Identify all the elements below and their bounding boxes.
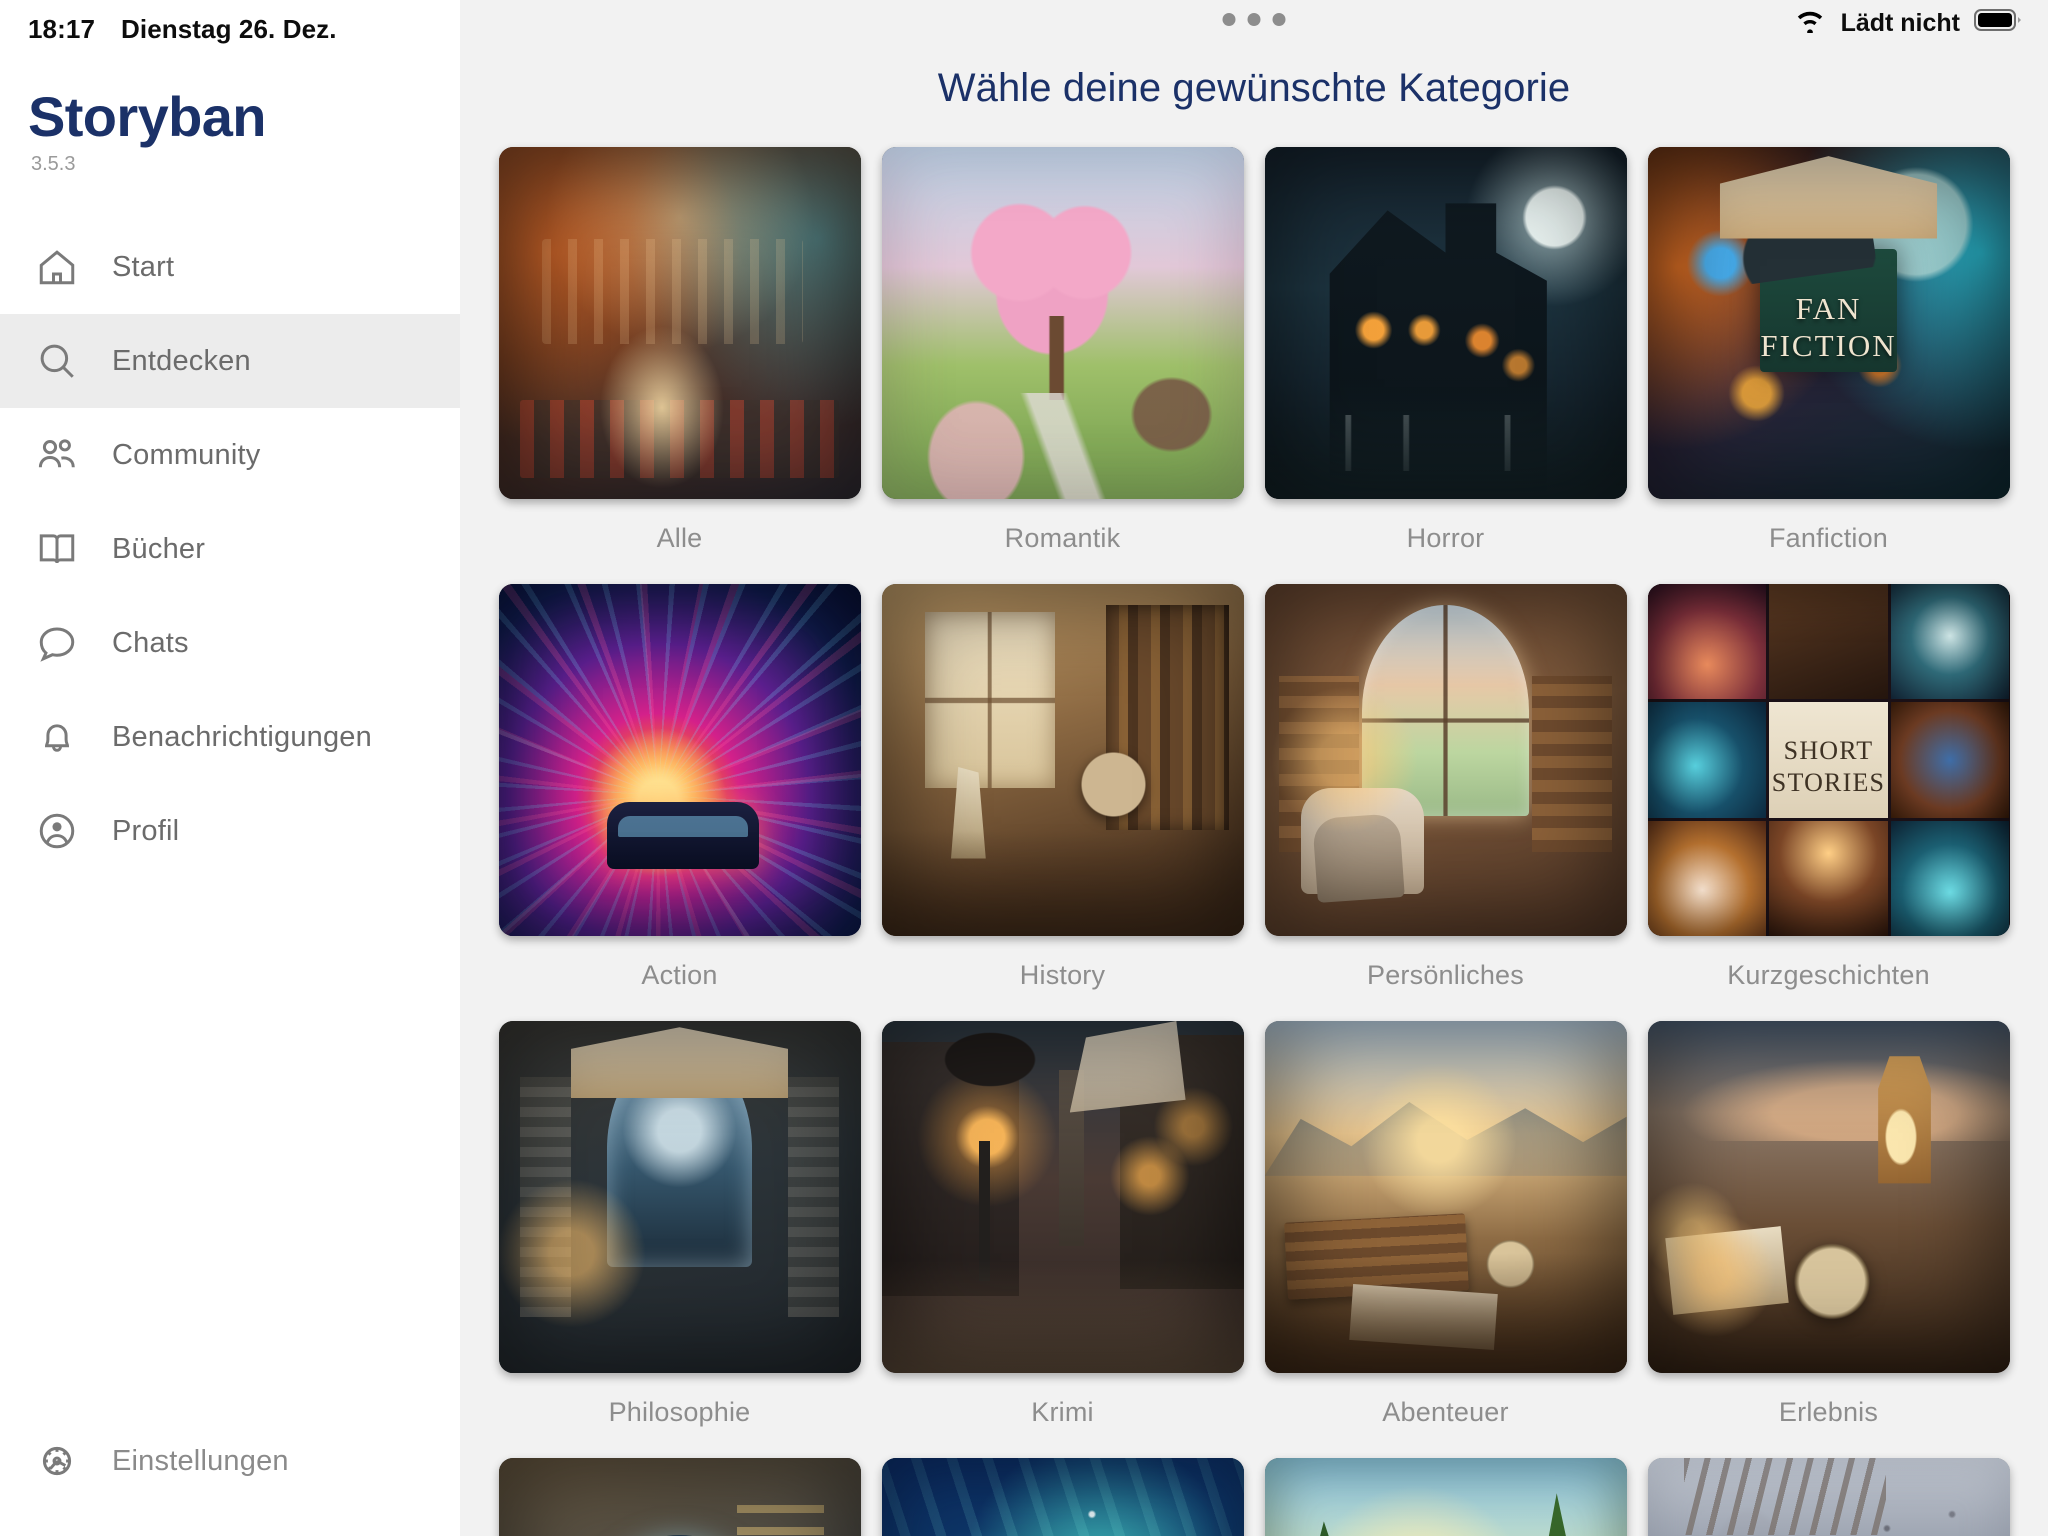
category-thumb-krimi[interactable]: [881, 1021, 1244, 1373]
category-thumb-horror[interactable]: [1264, 147, 1627, 499]
sidebar-label-einstellungen: Einstellungen: [112, 1444, 289, 1477]
category-label: Erlebnis: [1778, 1397, 1879, 1427]
category-label: Krimi: [1031, 1397, 1094, 1427]
category-cell: Alle: [498, 147, 861, 584]
sidebar-item-buecher[interactable]: Bücher: [0, 502, 460, 596]
handle-dot: [1247, 13, 1261, 26]
three-dots-handle[interactable]: [1222, 13, 1286, 26]
category-label: Abenteuer: [1382, 1397, 1509, 1427]
home-icon: [34, 244, 80, 290]
sidebar-item-profil[interactable]: Profil: [0, 784, 460, 878]
charging-status-text: Lädt nicht: [1840, 8, 1960, 37]
category-cell: Action: [498, 584, 861, 1021]
search-icon: [34, 338, 80, 384]
category-label: Horror: [1406, 523, 1485, 553]
app-version: 3.5.3: [31, 153, 76, 175]
status-time: 18:17: [28, 14, 95, 44]
category-cell: Persönliches: [1264, 584, 1627, 1021]
wifi-icon: [1793, 7, 1827, 40]
sidebar-label-community: Community: [112, 438, 261, 471]
category-cell: Romantik: [881, 147, 1244, 584]
category-cell: [1264, 1458, 1627, 1536]
sidebar-item-chats[interactable]: Chats: [0, 596, 460, 690]
category-thumb-abenteuer[interactable]: [1264, 1021, 1627, 1373]
category-label: Kurzgeschichten: [1727, 960, 1930, 990]
main-content: Lädt nicht Wähle deine gewünschte Katego…: [460, 0, 2048, 1536]
sidebar-item-start[interactable]: Start: [0, 220, 460, 314]
category-thumb-action[interactable]: [498, 584, 861, 936]
app-window: 18:17 Dienstag 26. Dez. Storyban 3.5.3 S…: [0, 0, 2048, 1536]
sidebar-label-entdecken: Entdecken: [112, 344, 251, 377]
status-bar-right: Lädt nicht: [1793, 0, 2048, 46]
sidebar-item-entdecken[interactable]: Entdecken: [0, 314, 460, 408]
category-label: Fanfiction: [1768, 523, 1889, 553]
sidebar-label-buecher: Bücher: [112, 532, 206, 565]
handle-dot: [1222, 13, 1236, 26]
bell-icon: [34, 714, 80, 760]
category-cell: [881, 1458, 1244, 1536]
category-label: Action: [641, 960, 718, 990]
category-cell: [1647, 1458, 2010, 1536]
handle-dot: [1272, 13, 1286, 26]
people-icon: [34, 432, 80, 478]
sidebar-item-einstellungen[interactable]: Einstellungen: [0, 1438, 289, 1484]
app-branding: Storyban 3.5.3: [0, 45, 460, 176]
category-grid: Alle Romantik Horror FAN FICTION Fanfict…: [460, 147, 2048, 1536]
category-thumb-romantik[interactable]: [881, 147, 1244, 499]
category-thumb-erlebnis[interactable]: [1647, 1021, 2010, 1373]
sidebar-label-benachrichtigungen: Benachrichtigungen: [112, 720, 372, 753]
category-thumb-row4-3[interactable]: [1264, 1458, 1627, 1536]
sidebar-item-benachrichtigungen[interactable]: Benachrichtigungen: [0, 690, 460, 784]
category-cell: Erlebnis: [1647, 1021, 2010, 1458]
category-label: History: [1019, 960, 1106, 990]
sidebar-label-chats: Chats: [112, 626, 189, 659]
book-open-icon: [34, 526, 80, 572]
category-label: Alle: [656, 523, 703, 553]
category-cell: Abenteuer: [1264, 1021, 1627, 1458]
category-cell: History: [881, 584, 1244, 1021]
category-thumb-row4-2[interactable]: [881, 1458, 1244, 1536]
app-name: Storyban: [28, 85, 267, 148]
category-cell: SHORT STORIES Kurzgeschichten: [1647, 584, 2010, 1021]
category-cell: [498, 1458, 861, 1536]
category-thumb-kurzgeschichten[interactable]: SHORT STORIES: [1647, 584, 2010, 936]
category-thumb-row4-4[interactable]: [1647, 1458, 2010, 1536]
category-cell: Philosophie: [498, 1021, 861, 1458]
category-label: Persönliches: [1367, 960, 1524, 990]
category-thumb-persoenliches[interactable]: [1264, 584, 1627, 936]
gear-icon: [34, 1438, 80, 1484]
sidebar-item-community[interactable]: Community: [0, 408, 460, 502]
category-thumb-philosophie[interactable]: [498, 1021, 861, 1373]
category-thumb-alle[interactable]: [498, 147, 861, 499]
sidebar: 18:17 Dienstag 26. Dez. Storyban 3.5.3 S…: [0, 0, 460, 1536]
category-thumb-row4-1[interactable]: [498, 1458, 861, 1536]
category-cell: FAN FICTION Fanfiction: [1647, 147, 2010, 584]
category-thumb-fanfiction[interactable]: FAN FICTION: [1647, 147, 2010, 499]
category-cell: Horror: [1264, 147, 1627, 584]
category-label: Philosophie: [608, 1397, 751, 1427]
user-circle-icon: [34, 808, 80, 854]
status-bar-left: 18:17 Dienstag 26. Dez.: [0, 0, 460, 45]
battery-full-icon: [1974, 7, 2022, 40]
sidebar-label-start: Start: [112, 250, 175, 283]
status-date: Dienstag 26. Dez.: [121, 14, 337, 44]
sidebar-nav: Start Entdecken Community Bücher Chats B…: [0, 220, 460, 878]
category-cell: Krimi: [881, 1021, 1244, 1458]
category-label: Romantik: [1004, 523, 1121, 553]
sidebar-label-profil: Profil: [112, 814, 180, 847]
category-thumb-history[interactable]: [881, 584, 1244, 936]
chat-bubble-icon: [34, 620, 80, 666]
